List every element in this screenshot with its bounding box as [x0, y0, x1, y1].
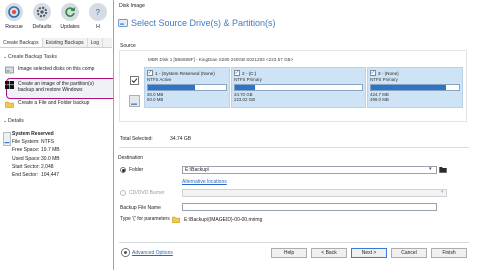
tab-log[interactable]: Log [88, 38, 103, 47]
details-row: Free Space: 19.7 MB [12, 147, 60, 154]
destination-label: Destination [118, 155, 144, 161]
help-button[interactable]: Help [271, 248, 307, 258]
main-toolbar: Rescue Defaults Updates ? H [0, 0, 112, 38]
source-label: Source [120, 43, 136, 49]
details-row: Used Space: 30.0 MB [12, 155, 60, 162]
help-button[interactable]: ? H [84, 0, 112, 38]
back-button[interactable]: < Back [311, 248, 347, 258]
disk-name: MBR Disk 1 [5B6688F] - KingDian S280 240… [148, 57, 294, 62]
cd-dvd-select[interactable] [182, 189, 447, 197]
help-icon: ? [89, 3, 107, 21]
advanced-options-link[interactable]: Advanced Options [132, 250, 173, 256]
partition-checkbox[interactable]: ✓ [234, 70, 240, 76]
file-folder-icon [5, 101, 14, 108]
partition-card-1[interactable]: ✓ 1 - (System Reserved (None) NTFS Activ… [144, 67, 230, 108]
divider [119, 242, 469, 243]
chevron-down-icon[interactable]: ▾ [441, 189, 444, 195]
details-title: System Reserved [12, 131, 54, 138]
file-path-preview: E:\Backup\{IMAGEID}-00-00.mrimg [184, 217, 263, 223]
dialog-heading: Select Source Drive(s) & Partition(s) [118, 18, 276, 28]
backup-file-name-input[interactable] [182, 203, 437, 211]
main-tabs: Create Backups Existing Backups Log [0, 38, 112, 48]
task-file-folder-backup[interactable]: Create a File and Folder backup [5, 100, 115, 108]
disk-icon [5, 66, 14, 74]
usage-bar-fill [235, 85, 256, 90]
tab-existing-backups[interactable]: Existing Backups [43, 38, 88, 47]
folder-path-input[interactable]: E:\Backup\ [182, 166, 437, 174]
tab-create-backups[interactable]: Create Backups [0, 38, 43, 47]
backup-tasks-header[interactable]: ⌄ Create Backup Tasks [0, 53, 112, 61]
folder-radio[interactable] [120, 167, 126, 173]
refresh-icon [61, 3, 79, 21]
partition-checkbox[interactable]: ✓ [147, 70, 153, 76]
disk-image-dialog: Disk Image Select Source Drive(s) & Part… [113, 0, 480, 270]
usage-bar [147, 84, 227, 91]
rescue-icon [5, 3, 23, 21]
rescue-button[interactable]: Rescue [0, 0, 28, 38]
divider [119, 147, 469, 148]
task-image-partitions[interactable]: Create an image of the partition(s) back… [5, 81, 123, 94]
parameter-hint: Type '{' for parameters [120, 216, 170, 222]
cd-dvd-radio-row[interactable]: CD/DVD Burner [120, 190, 165, 196]
cancel-button[interactable]: Cancel [391, 248, 427, 258]
details-header[interactable]: ⌄ Details [0, 117, 112, 125]
alternative-locations-link[interactable]: Alternative locations [182, 179, 227, 185]
partition-card-2[interactable]: ✓ 2 - (C:) NTFS Primary 34.70 GB 223.02 … [231, 67, 366, 108]
total-selected-value: 34.74 GB [170, 136, 192, 142]
drive-icon [3, 132, 11, 146]
windows-icon [5, 81, 14, 89]
task-image-disks[interactable]: Image selected disks on this comp [5, 66, 115, 74]
details-row: File System: NTFS [12, 139, 55, 146]
next-button[interactable]: Next > [351, 248, 387, 258]
disk-checkbox[interactable] [130, 76, 139, 85]
partition-checkbox[interactable]: ✓ [370, 70, 376, 76]
usage-bar [234, 84, 363, 91]
backup-file-name-label: Backup File Name [120, 205, 161, 211]
svg-text:?: ? [96, 8, 101, 17]
details-row: End Sector: 104,447 [12, 172, 60, 179]
details-panel: System Reserved File System: NTFS Free Sp… [12, 130, 112, 179]
partition-card-3[interactable]: ✓ 3 - (None) NTFS Primary 424.7 MB 499.0… [367, 67, 463, 108]
defaults-button[interactable]: Defaults [28, 0, 56, 38]
disk-image-icon [118, 19, 128, 27]
chevron-down-icon[interactable]: ▾ [429, 166, 432, 172]
details-row: Start Sector: 2,048 [12, 163, 54, 170]
advanced-options-icon[interactable] [121, 248, 130, 257]
usage-bar [370, 84, 460, 91]
folder-icon[interactable] [439, 166, 447, 173]
check-icon [131, 78, 138, 84]
usage-bar-fill [371, 85, 446, 90]
total-selected-label: Total Selected: [120, 136, 153, 142]
folder-radio-row[interactable]: Folder [120, 167, 143, 173]
usage-bar-fill [148, 85, 195, 90]
cd-dvd-radio[interactable] [120, 190, 126, 196]
hard-disk-icon [129, 95, 140, 107]
updates-button[interactable]: Updates [56, 0, 84, 38]
folder-icon [172, 216, 180, 223]
dialog-title: Disk Image [119, 3, 145, 9]
gear-icon [33, 3, 51, 21]
finish-button[interactable]: Finish [431, 248, 467, 258]
